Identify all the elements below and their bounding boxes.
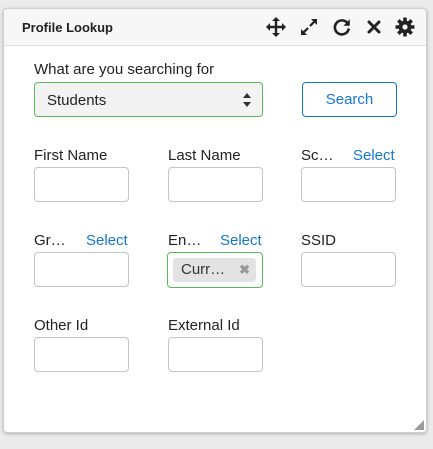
gear-icon[interactable] xyxy=(395,17,415,37)
school-label: Sc… xyxy=(301,147,334,164)
remove-tag-icon[interactable]: ✖ xyxy=(239,262,250,278)
grade-input[interactable] xyxy=(34,252,129,287)
panel-title: Profile Lookup xyxy=(22,20,113,35)
enrollment-input[interactable]: Curr… ✖ xyxy=(167,252,263,288)
school-select-link[interactable]: Select xyxy=(353,147,395,164)
last-name-input[interactable] xyxy=(168,167,263,202)
resize-handle-icon[interactable] xyxy=(414,420,424,430)
external-id-label: External Id xyxy=(168,317,240,334)
select-caret-icon xyxy=(243,93,251,107)
last-name-label: Last Name xyxy=(168,147,241,164)
school-input[interactable] xyxy=(301,167,396,202)
grade-label: Gr… xyxy=(34,232,66,249)
enrollment-tag-label: Curr… xyxy=(181,261,226,278)
first-name-input[interactable] xyxy=(34,167,129,202)
move-icon[interactable] xyxy=(266,17,286,37)
refresh-icon[interactable] xyxy=(332,17,352,37)
grade-select-link[interactable]: Select xyxy=(86,232,128,249)
other-id-input[interactable] xyxy=(34,337,129,372)
search-type-select[interactable]: Students xyxy=(34,82,263,117)
first-name-label: First Name xyxy=(34,147,108,164)
close-icon[interactable] xyxy=(364,17,384,37)
enrollment-select-link[interactable]: Select xyxy=(220,232,262,249)
external-id-input[interactable] xyxy=(168,337,263,372)
expand-icon[interactable] xyxy=(299,17,319,37)
search-button[interactable]: Search xyxy=(302,82,397,117)
ssid-input[interactable] xyxy=(301,252,396,287)
ssid-label: SSID xyxy=(301,232,337,249)
profile-lookup-panel: Profile Lookup What are you searching fo… xyxy=(3,8,427,433)
search-type-label: What are you searching for xyxy=(34,61,215,78)
enrollment-tag: Curr… ✖ xyxy=(173,258,256,282)
panel-header: Profile Lookup xyxy=(4,9,426,46)
enrollment-label: En… xyxy=(168,232,202,249)
other-id-label: Other Id xyxy=(34,317,89,334)
search-type-value: Students xyxy=(47,92,107,109)
